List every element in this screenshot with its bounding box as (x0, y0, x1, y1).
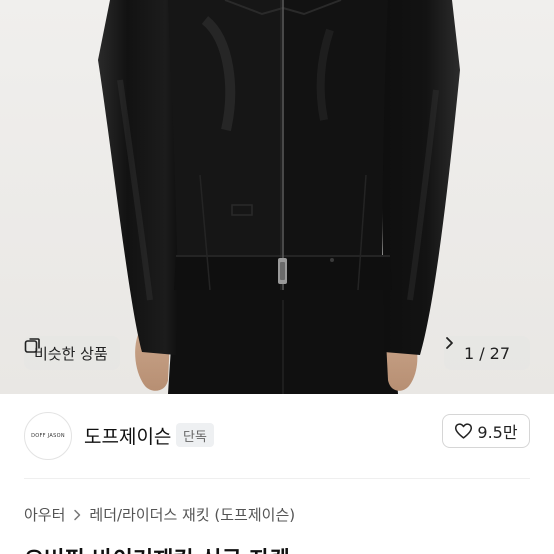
heart-icon (455, 423, 473, 439)
similar-products-button[interactable]: 비슷한 상품 (24, 336, 120, 370)
shop-logo[interactable]: DOFF JASON (24, 412, 72, 460)
chevron-right-icon (74, 509, 81, 520)
similar-products-label: 비슷한 상품 (34, 344, 108, 363)
jacket-photo (0, 0, 554, 394)
product-image[interactable]: 비슷한 상품 1 / 27 (0, 0, 554, 394)
page-counter: 1 / 27 (463, 343, 511, 363)
shop-name[interactable]: 도프제이슨 (84, 422, 171, 449)
product-title: 오버핏 바이커재킷 싱글 자켓 (24, 542, 290, 554)
like-count: 9.5만 (477, 423, 518, 442)
like-button[interactable]: 9.5만 (442, 414, 530, 448)
breadcrumb: 아우터 레더/라이더스 재킷 (도프제이슨) (24, 504, 295, 525)
shop-logo-text: DOFF JASON (31, 433, 65, 439)
shop-row: DOFF JASON 도프제이슨 단독 9.5만 (0, 394, 554, 480)
breadcrumb-item-outer[interactable]: 아우터 (24, 504, 65, 525)
chevron-right-icon[interactable] (444, 336, 454, 350)
exclusive-badge: 단독 (176, 423, 214, 447)
breadcrumb-item-category[interactable]: 레더/라이더스 재킷 (도프제이슨) (89, 504, 295, 525)
image-pager[interactable]: 1 / 27 (444, 336, 530, 370)
similar-items-icon (24, 338, 40, 353)
divider (24, 478, 530, 479)
